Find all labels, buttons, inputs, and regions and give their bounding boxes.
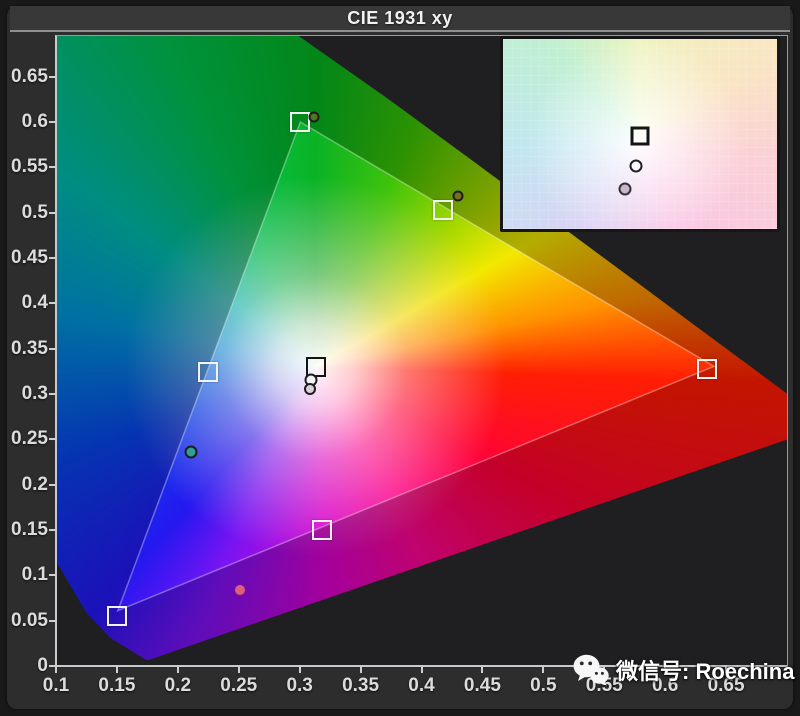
y-tick-label: 0.65 xyxy=(11,65,48,87)
y-tick-label: 0.25 xyxy=(11,428,48,450)
watermark: 微信号: Roechina xyxy=(573,654,794,686)
y-tick xyxy=(49,121,56,124)
x-tick xyxy=(481,666,484,673)
y-tick-label: 0.5 xyxy=(21,201,48,223)
inset-white-measured xyxy=(629,159,643,173)
green-measured xyxy=(308,111,320,123)
x-tick xyxy=(237,666,240,673)
title-bar: CIE 1931 xy xyxy=(10,6,790,32)
y-tick xyxy=(49,211,56,214)
x-tick-label: 0.45 xyxy=(463,675,501,696)
x-tick-label: 0.3 xyxy=(286,675,313,696)
y-tick-label: 0 xyxy=(37,655,48,676)
white-point-inset xyxy=(500,36,780,232)
y-tick xyxy=(49,529,56,532)
y-tick-label: 0.35 xyxy=(11,337,48,359)
y-tick-label: 0.3 xyxy=(21,383,48,405)
x-tick-label: 0.25 xyxy=(220,675,258,696)
x-tick-label: 0.15 xyxy=(98,675,136,696)
x-tick xyxy=(298,666,301,673)
x-tick xyxy=(359,666,362,673)
inset-white-point-target xyxy=(630,126,650,146)
x-tick xyxy=(420,666,423,673)
white-measured-2 xyxy=(304,383,317,396)
inset-white-measured-2 xyxy=(618,182,632,196)
y-tick xyxy=(49,302,56,305)
y-tick xyxy=(49,166,56,169)
wechat-icon xyxy=(573,654,609,686)
x-tick-label: 0.1 xyxy=(42,675,70,696)
x-tick-label: 0.35 xyxy=(342,675,380,696)
x-tick xyxy=(542,666,545,673)
y-tick xyxy=(49,483,56,486)
watermark-text: 微信号: Roechina xyxy=(616,659,795,684)
y-tick-label: 0.4 xyxy=(21,292,48,314)
x-tick xyxy=(176,666,179,673)
magenta-secondary-target xyxy=(312,520,333,541)
y-tick xyxy=(49,665,56,667)
red-low-measured xyxy=(234,584,245,595)
yellow-measured xyxy=(452,190,464,202)
y-tick-label: 0.15 xyxy=(11,519,48,541)
y-tick xyxy=(49,438,56,441)
y-tick-label: 0.05 xyxy=(11,609,48,631)
y-tick xyxy=(49,347,56,350)
cyan-secondary-target xyxy=(197,361,218,382)
y-tick xyxy=(49,257,56,260)
y-tick-label: 0.45 xyxy=(11,247,48,269)
x-tick-label: 0.2 xyxy=(164,675,192,696)
green-primary-target xyxy=(290,111,311,132)
yellow-secondary-target xyxy=(432,199,453,220)
blue-primary-target xyxy=(106,606,127,627)
y-tick xyxy=(49,75,56,78)
y-tick xyxy=(49,393,56,396)
chart-title: CIE 1931 xy xyxy=(347,7,453,28)
cyan-measured xyxy=(184,445,198,459)
y-tick-label: 0.2 xyxy=(21,473,48,495)
x-tick-label: 0.5 xyxy=(530,675,557,696)
x-tick-label: 0.4 xyxy=(408,675,435,696)
y-tick xyxy=(49,574,56,577)
y-tick-label: 0.6 xyxy=(21,111,48,133)
y-tick xyxy=(49,619,56,622)
x-tick xyxy=(55,666,57,673)
y-tick-label: 0.1 xyxy=(21,564,48,586)
y-tick-label: 0.55 xyxy=(11,156,48,178)
x-tick xyxy=(115,666,118,673)
chart-stage: CIE 1931 xy 0.1 0.15 0.2 0.25 0.3 0.35 0.4 0.45… xyxy=(0,0,800,716)
red-primary-target xyxy=(696,359,717,380)
